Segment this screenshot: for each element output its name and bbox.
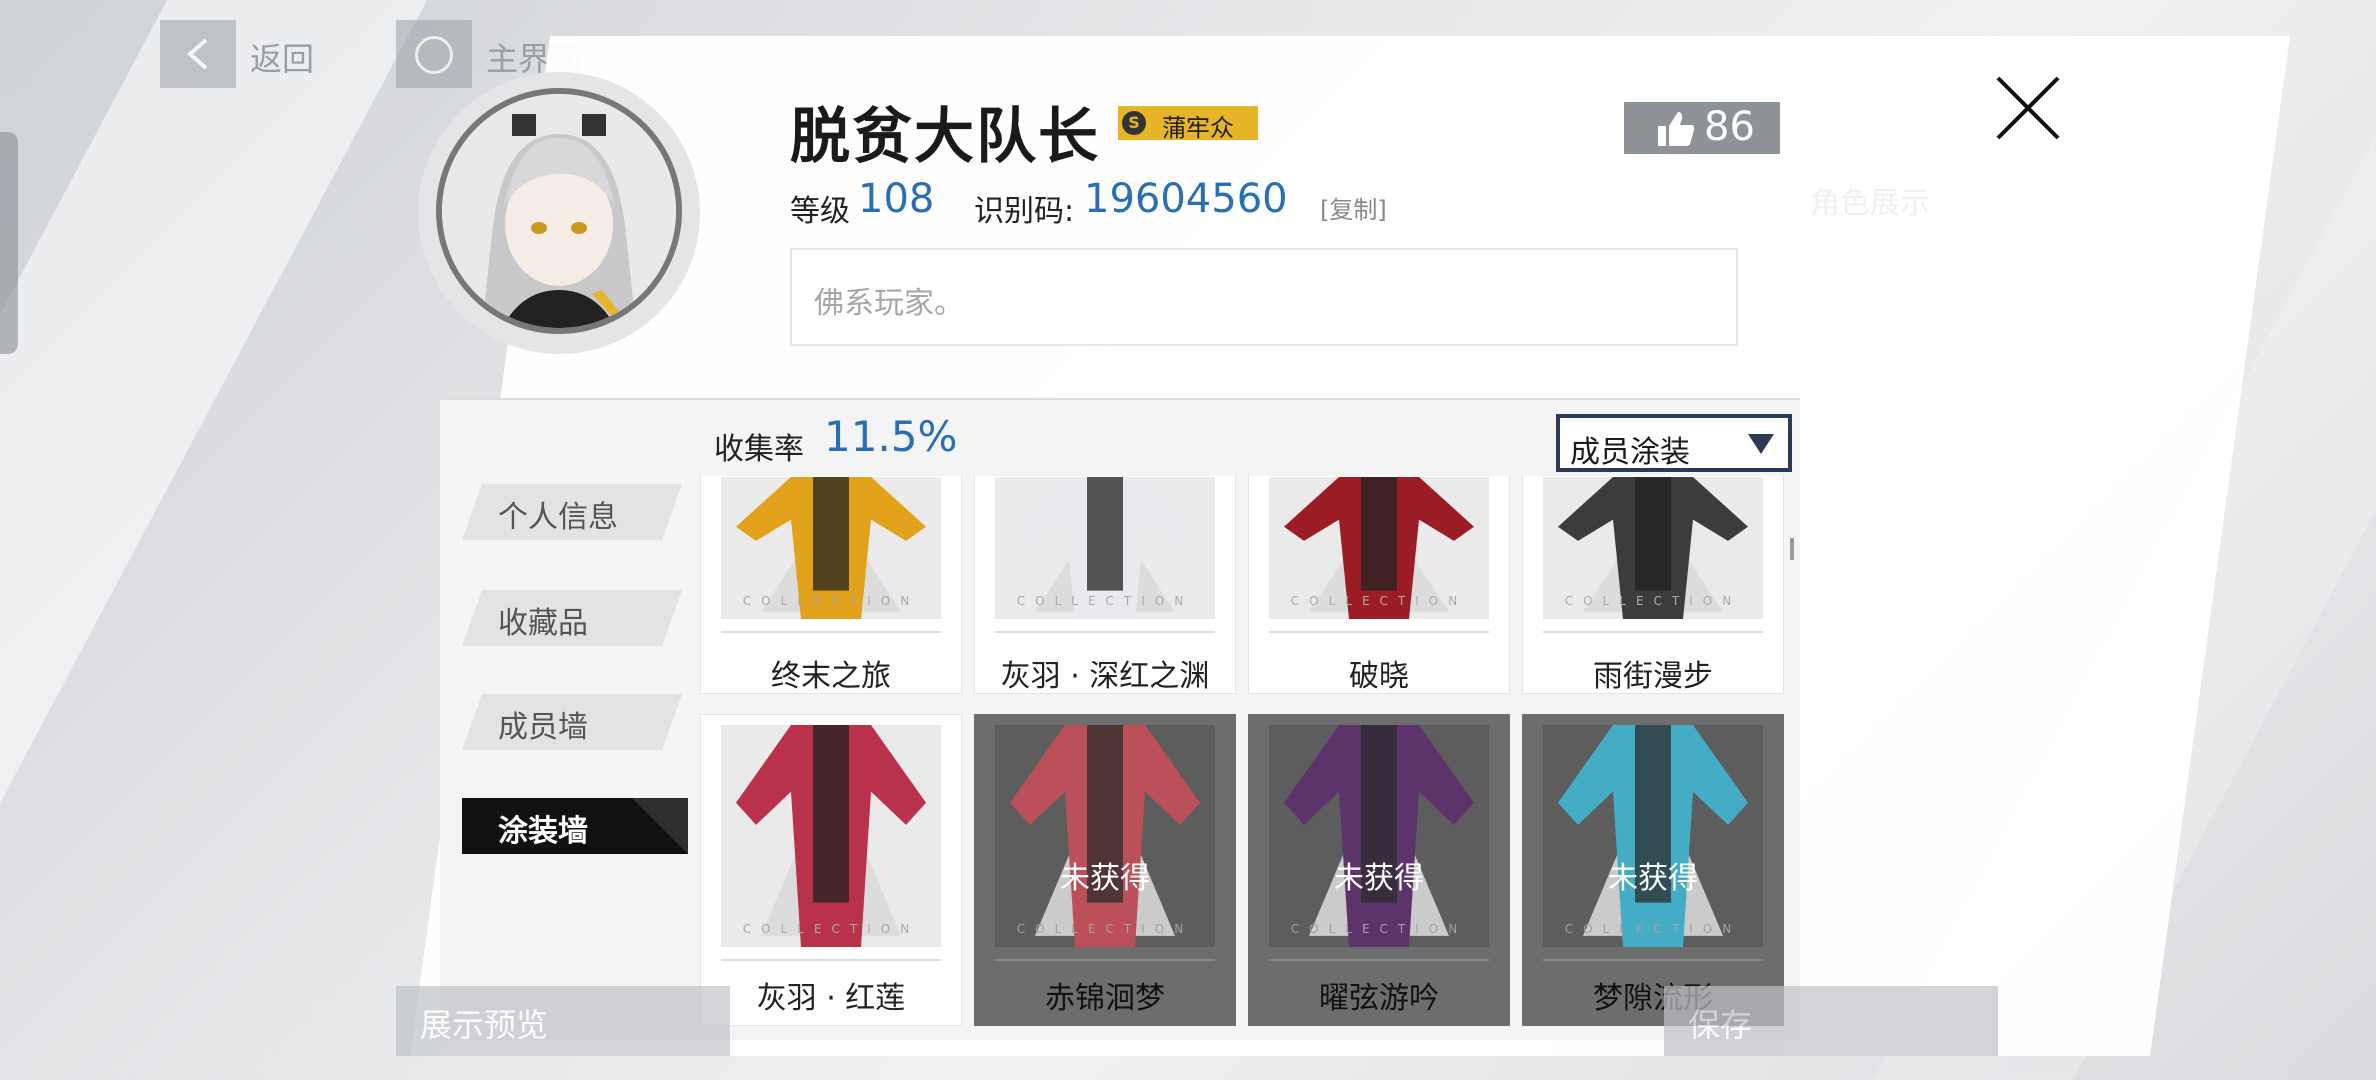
signature-text: 佛系玩家。 xyxy=(814,286,964,321)
ghost-label: 角色展示 xyxy=(1810,186,1930,221)
card-divider xyxy=(721,959,941,961)
avatar-portrait xyxy=(442,94,676,328)
skin-name: 雨街漫步 xyxy=(1593,659,1713,694)
skin-name: 破晓 xyxy=(1349,659,1409,694)
costume-figure: COLLECTION xyxy=(1010,725,1200,947)
username: 脱贫大队长 xyxy=(790,102,1100,172)
skin-card[interactable]: COLLECTION 梦隙流形 未获得 xyxy=(1522,714,1784,1026)
card-divider xyxy=(721,631,941,633)
skin-card[interactable]: COLLECTION 终末之旅 xyxy=(700,476,962,694)
back-button[interactable] xyxy=(160,20,236,88)
collection-watermark: COLLECTION xyxy=(1565,594,1741,608)
preview-label: 展示预览 xyxy=(420,1006,549,1044)
skin-name: 赤锦洄梦 xyxy=(1045,981,1165,1016)
collection-watermark: COLLECTION xyxy=(1017,922,1193,936)
filter-dropdown[interactable]: 成员涂装 xyxy=(1556,414,1792,472)
skin-thumbnail: COLLECTION xyxy=(1269,725,1489,947)
skin-thumbnail: COLLECTION xyxy=(1269,477,1489,619)
chevron-left-icon xyxy=(186,38,208,70)
locked-label: 未获得 xyxy=(1608,861,1698,896)
tab-collectibles[interactable]: 收藏品 xyxy=(462,590,682,646)
skin-card[interactable]: COLLECTION 破晓 xyxy=(1248,476,1510,694)
card-divider xyxy=(1543,959,1763,961)
chevron-down-icon xyxy=(1748,434,1774,454)
bg-stripe xyxy=(0,0,428,1080)
tab-label: 个人信息 xyxy=(498,500,618,535)
rank-icon: S xyxy=(1122,111,1146,135)
collection-watermark: COLLECTION xyxy=(743,922,919,936)
title-badge: S 蒲牢众 xyxy=(1118,106,1258,142)
collection-watermark: COLLECTION xyxy=(1291,922,1467,936)
skin-name: 曜弦游吟 xyxy=(1319,981,1439,1016)
card-divider xyxy=(995,631,1215,633)
id-value: 19604560 xyxy=(1084,176,1288,222)
filter-selected: 成员涂装 xyxy=(1570,435,1690,470)
collection-watermark: COLLECTION xyxy=(743,594,919,608)
badge-text: 蒲牢众 xyxy=(1162,114,1234,142)
skin-thumbnail: COLLECTION xyxy=(721,725,941,947)
tab-personal-info[interactable]: 个人信息 xyxy=(462,484,682,540)
home-icon xyxy=(415,36,453,74)
scrollbar[interactable] xyxy=(1790,538,1794,560)
side-drawer-handle[interactable] xyxy=(0,132,18,354)
copy-button[interactable]: [复制] xyxy=(1320,190,1387,225)
costume-figure: COLLECTION xyxy=(736,725,926,947)
skin-thumbnail: COLLECTION xyxy=(995,477,1215,619)
home-button[interactable] xyxy=(396,20,472,88)
skin-thumbnail: COLLECTION xyxy=(1543,477,1763,619)
save-label: 保存 xyxy=(1688,1006,1753,1044)
skin-name: 灰羽 · 红莲 xyxy=(756,981,906,1016)
card-divider xyxy=(1543,631,1763,633)
costume-figure: COLLECTION xyxy=(1284,725,1474,947)
card-divider xyxy=(995,959,1215,961)
like-button[interactable]: 86 xyxy=(1624,102,1780,154)
skin-thumbnail: COLLECTION xyxy=(721,477,941,619)
skin-card[interactable]: COLLECTION 灰羽 · 红莲 xyxy=(700,714,962,1026)
like-count: 86 xyxy=(1704,104,1755,150)
skin-name: 终末之旅 xyxy=(771,659,891,694)
tab-member-wall[interactable]: 成员墙 xyxy=(462,694,682,750)
tab-label: 成员墙 xyxy=(498,710,588,745)
skin-card[interactable]: COLLECTION 曜弦游吟 未获得 xyxy=(1248,714,1510,1026)
costume-figure: COLLECTION xyxy=(1558,725,1748,947)
collection-watermark: COLLECTION xyxy=(1291,594,1467,608)
save-button[interactable]: 保存 xyxy=(1664,986,1998,1056)
skin-card[interactable]: COLLECTION 赤锦洄梦 未获得 xyxy=(974,714,1236,1026)
collection-rate-value: 11.5% xyxy=(824,412,958,461)
level-label: 等级 xyxy=(790,194,850,229)
preview-button[interactable]: 展示预览 xyxy=(396,986,730,1056)
avatar[interactable] xyxy=(436,88,682,334)
card-divider xyxy=(1269,959,1489,961)
id-label: 识别码: xyxy=(974,194,1075,229)
costume-figure: COLLECTION xyxy=(1284,477,1474,619)
skin-thumbnail: COLLECTION xyxy=(995,725,1215,947)
signature-field[interactable]: 佛系玩家。 xyxy=(790,248,1738,346)
card-divider xyxy=(1269,631,1489,633)
collection-watermark: COLLECTION xyxy=(1565,922,1741,936)
skin-grid: COLLECTION 终末之旅 COLLECTION 灰羽 · 深红之渊 COLLECT… xyxy=(700,476,1790,1036)
costume-figure: COLLECTION xyxy=(736,477,926,619)
thumbs-up-icon xyxy=(1658,112,1695,146)
back-label[interactable]: 返回 xyxy=(250,34,314,80)
level-value: 108 xyxy=(858,176,935,222)
costume-figure: COLLECTION xyxy=(1010,477,1200,619)
tab-label: 涂装墙 xyxy=(498,814,588,849)
close-icon[interactable] xyxy=(1992,72,2064,144)
skin-card[interactable]: COLLECTION 雨街漫步 xyxy=(1522,476,1784,694)
costume-figure: COLLECTION xyxy=(1558,477,1748,619)
collection-rate-label: 收集率 xyxy=(714,432,804,467)
skin-card[interactable]: COLLECTION 灰羽 · 深红之渊 xyxy=(974,476,1236,694)
locked-label: 未获得 xyxy=(1334,861,1424,896)
tab-label: 收藏品 xyxy=(498,606,588,641)
skin-name: 灰羽 · 深红之渊 xyxy=(1000,659,1210,694)
skin-thumbnail: COLLECTION xyxy=(1543,725,1763,947)
locked-label: 未获得 xyxy=(1060,861,1150,896)
collection-watermark: COLLECTION xyxy=(1017,594,1193,608)
tab-skin-wall[interactable]: 涂装墙 xyxy=(462,798,688,854)
